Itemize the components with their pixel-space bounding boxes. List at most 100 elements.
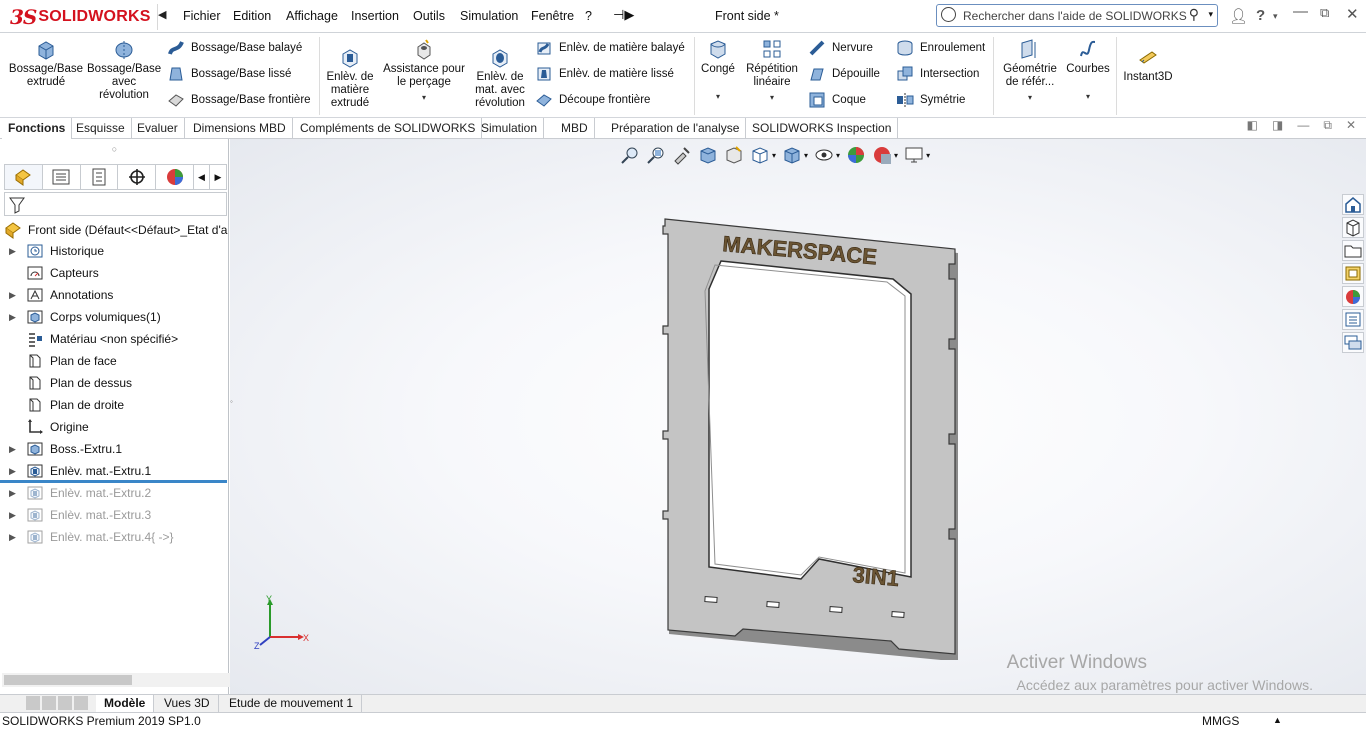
doc-minimize-icon[interactable]: — [1297,118,1309,133]
forum-icon[interactable] [1342,332,1364,353]
dimxpert-tab[interactable] [118,165,157,189]
design-library-icon[interactable] [1342,217,1364,238]
tab-dimensions-mbd[interactable]: Dimensions MBD [187,118,293,139]
search-dropdown-icon[interactable]: ▾ [1208,9,1213,20]
menu-affichage[interactable]: Affichage [286,9,338,23]
tree-node[interactable]: ▶ Annotations [0,284,229,306]
hide-show-dropdown-icon[interactable]: ▾ [836,151,840,160]
reference-geometry-dropdown-icon[interactable]: ▾ [998,91,1062,104]
cut-revolve-button[interactable]: Enlèv. de mat. avec révolution [470,38,530,110]
dynamic-annotation-icon[interactable] [724,145,744,165]
cut-sweep-button[interactable]: Enlèv. de matière balayé [535,37,685,59]
fillet-dropdown-icon[interactable]: ▾ [698,90,738,103]
view-settings-dropdown-icon[interactable]: ▾ [926,151,930,160]
curves-button[interactable]: Courbes ▾ [1064,38,1112,101]
part-model[interactable]: MAKERSPACE 3IN1 [655,209,990,669]
view-orientation-icon[interactable] [750,145,770,165]
tree-node[interactable]: Plan de droite [0,394,229,416]
expand-arrow-icon[interactable]: ▶ [9,312,16,323]
menu-insertion[interactable]: Insertion [351,9,399,23]
custom-properties-icon[interactable] [1342,309,1364,330]
wrap-button[interactable]: Enroulement [896,37,985,59]
featuremanager-tab[interactable] [5,165,43,189]
apply-scene-icon[interactable] [872,145,892,165]
doc-restore-icon[interactable]: ⧉ [1323,118,1332,133]
tab-vues-3d[interactable]: Vues 3D [156,695,219,712]
propertymanager-tab[interactable] [43,165,81,189]
menu-outils[interactable]: Outils [413,9,445,23]
tab-simulation[interactable]: Simulation [475,118,545,139]
restore-window-icon[interactable]: ⧉ [1320,5,1329,21]
expand-arrow-icon[interactable]: ▶ [9,444,16,455]
unit-system[interactable]: MMGS [1202,714,1239,728]
tile-right-icon[interactable]: ◨ [1272,118,1283,133]
tree-node[interactable]: Plan de dessus [0,372,229,394]
expand-arrow-icon[interactable]: ▶ [9,510,16,521]
boundary-cut-button[interactable]: Découpe frontière [535,89,650,111]
tab-mbd[interactable]: MBD [555,118,595,139]
tab-evaluer[interactable]: Evaluer [131,118,185,139]
boss-boundary-button[interactable]: Bossage/Base frontière [167,89,311,111]
search-icon[interactable]: ⚲ [1189,6,1199,23]
zoom-to-fit-icon[interactable] [620,145,640,165]
close-window-icon[interactable]: ✕ [1346,5,1359,23]
pin-menu-icon[interactable]: ⊣▶ [613,7,634,23]
expand-arrow-icon[interactable]: ▶ [9,488,16,499]
next-tab-icon[interactable] [58,696,72,710]
last-tab-icon[interactable] [74,696,88,710]
draft-button[interactable]: Dépouille [808,63,880,85]
view-settings-icon[interactable] [904,145,924,165]
instant3d-button[interactable]: Instant3D [1120,38,1176,84]
edit-appearance-icon[interactable] [846,145,866,165]
expand-arrow-icon[interactable]: ▶ [9,290,16,301]
tab-etude-de-mouvement[interactable]: Etude de mouvement 1 [221,695,363,712]
unit-system-dropdown-icon[interactable]: ▲ [1273,715,1282,725]
linear-pattern-button[interactable]: Répétition linéaire ▾ [741,38,803,102]
hole-wizard-dropdown-icon[interactable]: ▾ [379,91,469,104]
menu-help[interactable]: ? [585,9,592,23]
tab-modele[interactable]: Modèle [96,695,155,712]
prev-tab-icon[interactable] [42,696,56,710]
tree-filter-input[interactable] [4,192,227,216]
tree-node[interactable]: ▶ Boss.-Extru.1 [0,438,229,460]
intersect-button[interactable]: Intersection [896,63,979,85]
help-icon[interactable]: ? [1256,7,1265,24]
tree-node[interactable]: Plan de face [0,350,229,372]
tab-fonctions[interactable]: Fonctions [2,118,73,139]
tile-left-icon[interactable]: ◧ [1247,118,1258,133]
hole-wizard-button[interactable]: Assistance pour le perçage ▾ [379,38,469,102]
cut-extrude-button[interactable]: Enlèv. de matière extrudé [322,38,378,110]
tree-node[interactable]: ▶ Corps volumiques(1) [0,306,229,328]
minimize-window-icon[interactable]: — [1293,3,1308,20]
previous-view-icon[interactable] [672,145,692,165]
cut-loft-button[interactable]: Enlèv. de matière lissé [535,63,674,85]
expand-arrow-icon[interactable]: ▶ [9,466,16,477]
hide-show-items-icon[interactable] [814,145,834,165]
tree-root-part[interactable]: Front side (Défaut<<Défaut>_Etat d'a [4,220,229,240]
boss-sweep-button[interactable]: Bossage/Base balayé [167,37,302,59]
expand-arrow-icon[interactable]: ▶ [9,532,16,543]
graphics-area[interactable]: ▾ ▾ ▾ ▾ ▾ MAKERSPACE 3IN1 Y X Z ◦ Active… [230,139,1366,694]
boss-extrude-button[interactable]: Bossage/Base extrudé [6,38,86,89]
tab-preparation-analyse[interactable]: Préparation de l'analyse [605,118,747,139]
help-search-input[interactable]: Rechercher dans l'aide de SOLIDWORKS ⚲ ▾ [936,4,1218,27]
shell-button[interactable]: Coque [808,89,866,111]
menu-fenetre[interactable]: Fenêtre [531,9,574,23]
solidworks-resources-icon[interactable] [1342,194,1364,215]
configurationmanager-tab[interactable] [81,165,119,189]
menu-collapse-icon[interactable]: ◀ [158,8,170,24]
menu-simulation[interactable]: Simulation [460,9,518,23]
view-orientation-dropdown-icon[interactable]: ▾ [772,151,776,160]
view-palette-icon[interactable] [1342,263,1364,284]
manager-tabs-next-icon[interactable]: ▶ [210,165,226,189]
display-style-icon[interactable] [782,145,802,165]
mirror-button[interactable]: Symétrie [896,89,965,111]
expand-arrow-icon[interactable]: ▶ [9,246,16,257]
solidworks-logo[interactable]: 3S SOLIDWORKS [4,4,158,30]
reference-geometry-button[interactable]: Géométrie de référ... ▾ [998,38,1062,102]
zoom-to-area-icon[interactable] [646,145,666,165]
manager-tabs-prev-icon[interactable]: ◀ [194,165,210,189]
linear-pattern-dropdown-icon[interactable]: ▾ [741,91,803,104]
tree-node[interactable]: ▶ Enlèv. mat.-Extru.1 [0,460,229,482]
tree-node[interactable]: ▶ Enlèv. mat.-Extru.3 [0,504,229,526]
